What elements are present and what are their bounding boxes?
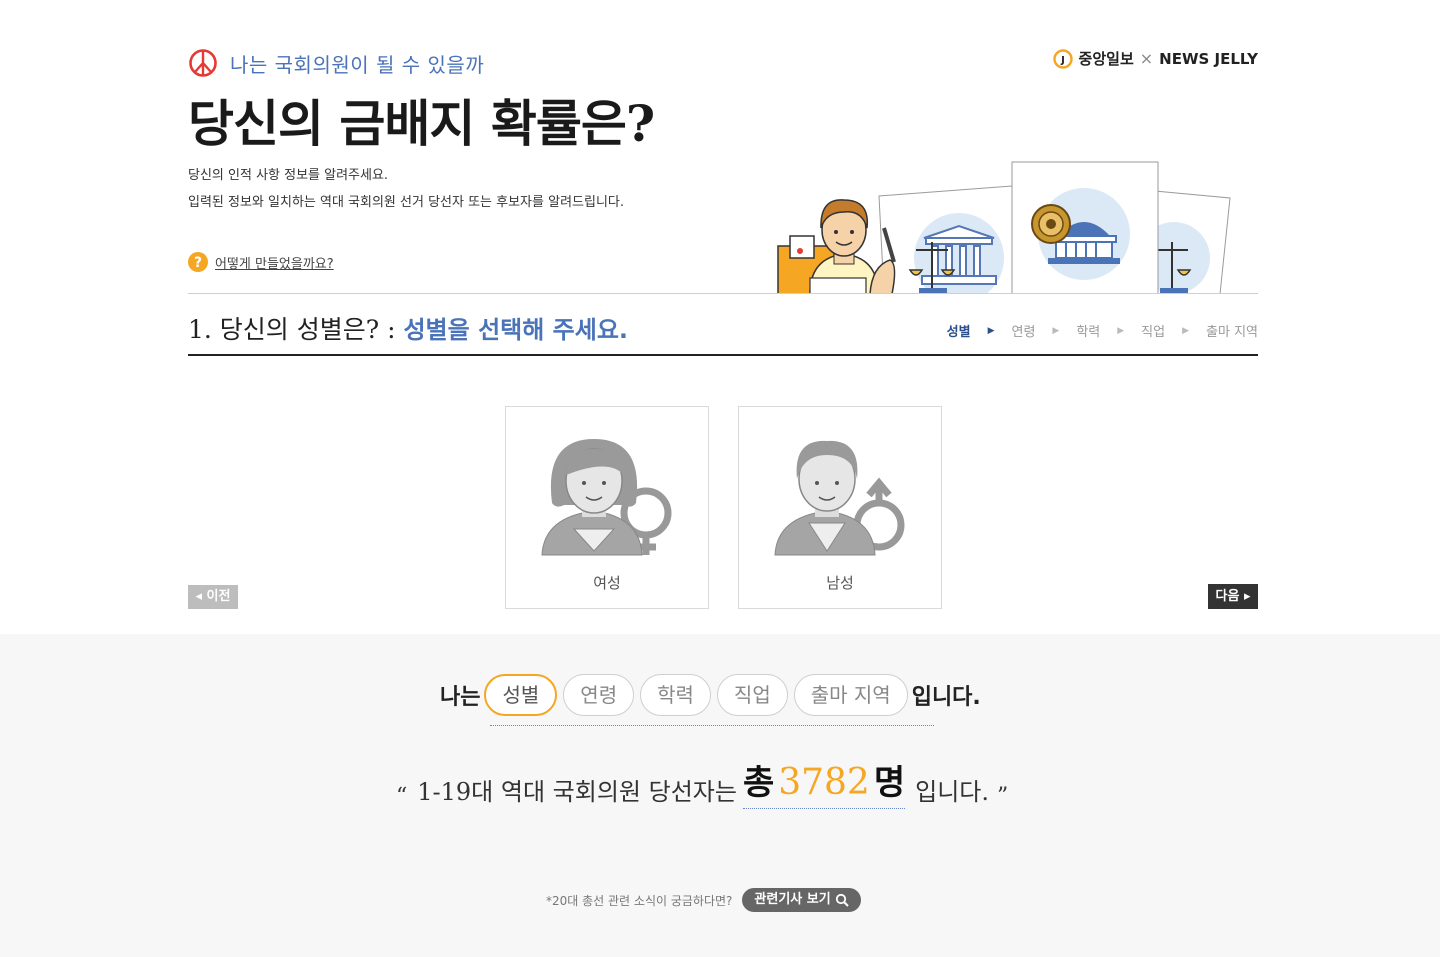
result-total: 총 3782 명: [742, 755, 906, 809]
svg-text:J: J: [1060, 55, 1065, 66]
female-option[interactable]: 여성: [505, 406, 709, 609]
page-title: 당신의 금배지 확률은?: [188, 94, 655, 153]
header-illustration: [777, 161, 1231, 294]
step-arrow-icon: ▶: [1117, 325, 1125, 336]
step-age: 연령: [1011, 325, 1036, 340]
open-quote: “: [396, 784, 408, 809]
pill-education[interactable]: 학력: [640, 674, 711, 716]
step-arrow-icon: ▶: [987, 325, 995, 336]
total-prefix: 총: [742, 763, 775, 803]
summary-tail: 입니다.: [911, 685, 981, 710]
female-label: 여성: [593, 574, 621, 592]
step-arrow-icon: ▶: [1182, 325, 1190, 336]
footer-note-text: *20대 총선 관련 소식이 궁금하다면?: [546, 893, 733, 908]
close-quote: ”: [997, 784, 1009, 809]
question-title: 1. 당신의 성별은? : 성별을 선택해 주세요.: [188, 310, 628, 346]
pill-age[interactable]: 연령: [563, 674, 635, 716]
pill-job[interactable]: 직업: [716, 674, 788, 716]
brand-joongang: 중앙일보: [1078, 50, 1134, 68]
step-arrow-icon: ▶: [1052, 325, 1060, 336]
how-made-link[interactable]: 어떻게 만들었을까요?: [215, 253, 334, 272]
description-line-2: 입력된 정보와 일치하는 역대 국회의원 선거 당선자 또는 후보자를 알려드립…: [188, 195, 625, 210]
brand-separator: ×: [1139, 49, 1154, 68]
result-count: 3782: [778, 762, 870, 803]
result-sentence: “ 1-19대 역대 국회의원 당선자는 총 3782 명 입니다. ”: [396, 755, 1008, 809]
svg-text:?: ?: [194, 255, 202, 271]
description: 당신의 인적 사항 정보를 알려주세요. 입력된 정보와 일치하는 역대 국회의…: [188, 162, 624, 216]
kicker-text: 나는 국회의원이 될 수 있을까: [230, 52, 485, 77]
question-prefix: 1. 당신의 성별은? :: [188, 315, 404, 344]
step-indicator: 성별 ▶ 연령 ▶ 학력 ▶ 직업 ▶ 출마 지역: [947, 321, 1258, 340]
footer-note: *20대 총선 관련 소식이 궁금하다면? 관련기사 보기: [546, 888, 861, 912]
pill-gender[interactable]: 성별: [484, 674, 558, 716]
related-articles-label: 관련기사 보기: [754, 892, 831, 907]
search-icon: [835, 893, 849, 907]
male-option[interactable]: 남성: [738, 406, 942, 609]
male-label: 남성: [826, 574, 854, 592]
summary-underline: [490, 725, 934, 726]
description-line-1: 당신의 인적 사항 정보를 알려주세요.: [188, 168, 389, 183]
vote-stamp-icon: [189, 49, 217, 77]
question-bar: 1. 당신의 성별은? : 성별을 선택해 주세요. 성별 ▶ 연령 ▶ 학력 …: [188, 293, 1258, 356]
step-education: 학력: [1076, 325, 1101, 340]
joongang-logo-icon: J: [1052, 48, 1073, 69]
male-avatar-icon: [774, 440, 905, 556]
brand-logos: J 중앙일보 × NEWS JELLY: [1052, 48, 1258, 69]
step-gender: 성별: [946, 325, 971, 340]
related-articles-button[interactable]: 관련기사 보기: [742, 888, 861, 912]
result-text-after: 입니다.: [915, 778, 989, 806]
female-avatar-icon: [541, 439, 672, 556]
pill-region[interactable]: 출마 지역: [793, 674, 908, 716]
result-text-before: 1-19대 역대 국회의원 당선자는: [417, 778, 737, 806]
question-icon: ?: [188, 252, 208, 272]
prev-button[interactable]: ◂ 이전: [188, 585, 238, 609]
kicker: 나는 국회의원이 될 수 있을까: [188, 48, 484, 78]
question-hint: 성별을 선택해 주세요.: [403, 316, 629, 344]
total-suffix: 명: [873, 763, 906, 803]
help-link-row[interactable]: ? 어떻게 만들었을까요?: [188, 252, 334, 272]
step-job: 직업: [1141, 325, 1166, 340]
selection-summary: 나는 성별 연령 학력 직업 출마 지역 입니다.: [440, 672, 981, 718]
summary-lead: 나는: [440, 685, 481, 710]
next-button[interactable]: 다음 ▸: [1208, 584, 1258, 609]
step-region: 출마 지역: [1206, 325, 1258, 340]
summary-pills: 성별 연령 학력 직업 출마 지역: [484, 674, 908, 716]
brand-newsjelly: NEWS JELLY: [1159, 49, 1258, 68]
